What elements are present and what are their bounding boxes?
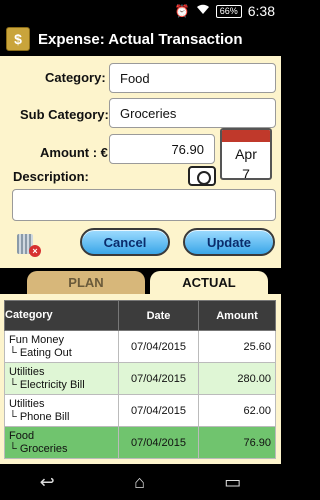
date-picker-calendar-icon[interactable]: Apr 7 [220, 128, 272, 180]
row-category: Fun Money [9, 333, 65, 346]
row-amount: 76.90 [198, 426, 276, 459]
row-amount: 280.00 [198, 362, 276, 395]
row-amount: 62.00 [198, 394, 276, 427]
tab-bar: PLAN ACTUAL [0, 268, 281, 294]
battery-indicator: 66% [215, 4, 242, 18]
row-amount: 25.60 [198, 330, 276, 363]
row-category: Food [9, 429, 35, 442]
action-bar: $ Expense: Actual Transaction [0, 22, 281, 56]
clock: 6:38 [247, 3, 275, 19]
row-subcategory: └ Electricity Bill [9, 378, 85, 391]
back-icon[interactable]: ↩ [40, 472, 55, 493]
recents-icon[interactable]: ▭ [224, 472, 241, 493]
table-header-row: Category Date Amount [4, 300, 276, 331]
update-button[interactable]: Update [183, 228, 275, 256]
home-icon[interactable]: ⌂ [134, 472, 145, 493]
transactions-panel: Category Date Amount Fun Money └ Eating … [0, 294, 281, 464]
description-label: Description: [13, 169, 89, 184]
amount-field[interactable]: 76.90 [109, 134, 215, 164]
delete-trash-icon[interactable]: × [17, 231, 41, 257]
row-subcategory: └ Groceries [9, 442, 68, 455]
row-category: Utilities [9, 397, 45, 410]
alarm-icon: ⏰ [174, 4, 190, 18]
row-subcategory: └ Phone Bill [9, 410, 70, 423]
transaction-form: Category: Food Sub Category: Groceries A… [0, 56, 281, 268]
page-title: Expense: Actual Transaction [38, 30, 243, 48]
row-subcategory: └ Eating Out [9, 346, 72, 359]
row-category-cell: Fun Money └ Eating Out [4, 330, 119, 363]
row-category-cell: Utilities └ Phone Bill [4, 394, 119, 427]
cancel-button[interactable]: Cancel [80, 228, 170, 256]
date-day: 7 [242, 166, 250, 180]
status-bar: ⏰ 66% 6:38 [0, 0, 281, 22]
table-row-selected[interactable]: Food └ Groceries 07/04/2015 76.90 [4, 426, 276, 459]
row-date: 07/04/2015 [118, 330, 199, 363]
table-row[interactable]: Utilities └ Phone Bill 07/04/2015 62.00 [4, 394, 276, 427]
wifi-icon [196, 4, 210, 18]
category-field[interactable]: Food [109, 63, 276, 93]
row-date: 07/04/2015 [118, 426, 199, 459]
camera-icon[interactable] [188, 166, 216, 186]
header-amount[interactable]: Amount [198, 300, 276, 331]
table-row[interactable]: Fun Money └ Eating Out 07/04/2015 25.60 [4, 330, 276, 363]
subcategory-label: Sub Category: [20, 107, 109, 122]
row-date: 07/04/2015 [118, 394, 199, 427]
date-month: Apr [235, 146, 257, 162]
amount-label: Amount : € [40, 145, 108, 160]
row-category: Utilities [9, 365, 45, 378]
tab-actual[interactable]: ACTUAL [150, 271, 268, 294]
table-row[interactable]: Utilities └ Electricity Bill 07/04/2015 … [4, 362, 276, 395]
category-label: Category: [45, 70, 106, 85]
app-icon[interactable]: $ [6, 27, 30, 51]
subcategory-field[interactable]: Groceries [109, 98, 276, 128]
header-category[interactable]: Category [4, 300, 119, 331]
row-date: 07/04/2015 [118, 362, 199, 395]
description-field[interactable] [12, 189, 276, 221]
tab-plan[interactable]: PLAN [27, 271, 145, 294]
row-category-cell: Food └ Groceries [4, 426, 119, 459]
transactions-table: Category Date Amount Fun Money └ Eating … [4, 300, 276, 459]
system-nav-bar: ↩ ⌂ ▭ [0, 464, 281, 500]
header-date[interactable]: Date [118, 300, 199, 331]
row-category-cell: Utilities └ Electricity Bill [4, 362, 119, 395]
